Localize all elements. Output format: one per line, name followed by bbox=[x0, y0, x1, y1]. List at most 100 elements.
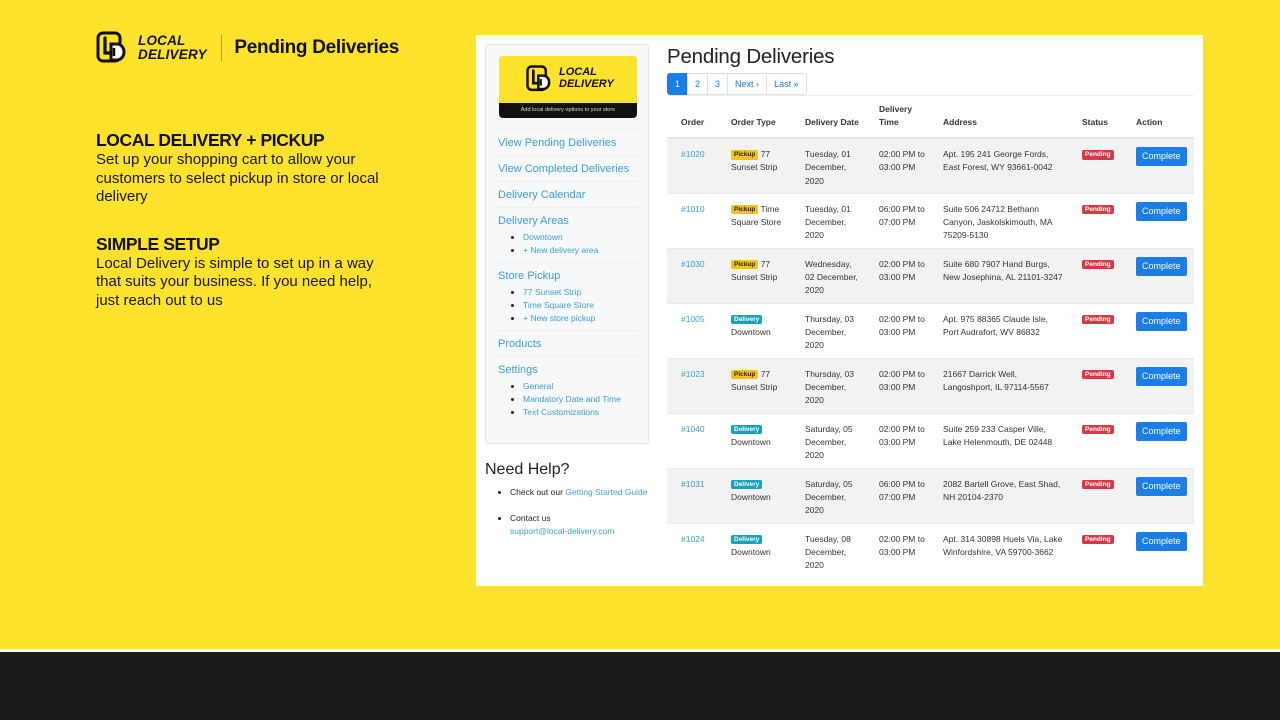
deliveries-table: Order Order Type Delivery Date Delivery … bbox=[667, 103, 1194, 578]
status-cell: Pending bbox=[1068, 247, 1122, 303]
nav-pickup-time-square-store[interactable]: Time Square Store bbox=[523, 299, 638, 312]
support-email-link[interactable]: support@local-delivery.com bbox=[510, 526, 614, 536]
status-cell: Pending bbox=[1068, 302, 1122, 358]
order-link[interactable]: #1024 bbox=[681, 534, 705, 544]
status-badge: Pending bbox=[1082, 369, 1114, 379]
address-cell: Apt. 314 30898 Huels Via, Lake Winfordsh… bbox=[929, 522, 1068, 578]
sidebar-logo-tagline: Add local delivery options to your store bbox=[499, 103, 637, 118]
order-cell: #1030 bbox=[667, 247, 717, 303]
settings-list: General Mandatory Date and Time Text Cus… bbox=[498, 380, 638, 419]
complete-button[interactable]: Complete bbox=[1136, 476, 1187, 496]
order-type-detail: Downtown bbox=[731, 436, 771, 447]
delivery-date-cell: Thursday, 03 December, 2020 bbox=[791, 302, 865, 358]
table-body: #1020 Pickup 77 Sunset Strip Tuesday, 01 D… bbox=[667, 137, 1194, 578]
pickup-badge: Pickup bbox=[731, 204, 759, 214]
nav-section-completed: View Completed Deliveries bbox=[498, 155, 638, 181]
help-item-contact: Contact us support@local-delivery.com bbox=[510, 512, 655, 538]
main-content: Pending Deliveries 1 2 3 Next › Last » O… bbox=[667, 44, 1194, 578]
feature-simple-setup: SIMPLE SETUP Local Delivery is simple to… bbox=[96, 233, 396, 311]
order-link[interactable]: #1030 bbox=[681, 259, 705, 269]
col-delivery-time: Delivery Time bbox=[865, 103, 929, 139]
help-list: Check out our Getting Started Guide Cont… bbox=[485, 486, 655, 538]
complete-button[interactable]: Complete bbox=[1136, 147, 1187, 166]
sidebar: LOCAL DELIVERY Add local delivery option… bbox=[485, 44, 649, 444]
order-type-cell: Pickup Time Square Store bbox=[717, 192, 791, 248]
delivery-areas-list: Downtown + New delivery area bbox=[498, 231, 638, 257]
nav-area-downtown[interactable]: Downtown bbox=[523, 231, 638, 244]
nav-pickup-77-sunset-strip[interactable]: 77 Sunset Strip bbox=[523, 286, 638, 299]
feature-body: Set up your shopping cart to allow your … bbox=[96, 151, 379, 205]
nav-settings-text-customizations[interactable]: Text Customizations bbox=[523, 406, 638, 419]
order-cell: #1024 bbox=[667, 522, 717, 578]
status-badge: Pending bbox=[1082, 314, 1114, 324]
getting-started-guide-link[interactable]: Getting Started Guide bbox=[565, 487, 647, 497]
complete-button[interactable]: Complete bbox=[1136, 531, 1187, 551]
delivery-date-cell: Saturday, 05 December, 2020 bbox=[791, 412, 865, 468]
sidebar-logo: LOCAL DELIVERY Add local delivery option… bbox=[499, 56, 637, 118]
page-1-button[interactable]: 1 bbox=[667, 73, 689, 95]
nav-new-delivery-area[interactable]: + New delivery area bbox=[523, 244, 638, 257]
order-link[interactable]: #1005 bbox=[681, 314, 705, 324]
help-title: Need Help? bbox=[485, 461, 570, 478]
pagination: 1 2 3 Next › Last » bbox=[667, 73, 1194, 95]
order-link[interactable]: #1020 bbox=[681, 149, 705, 159]
complete-button[interactable]: Complete bbox=[1136, 311, 1187, 331]
logo-line-1: LOCAL bbox=[138, 33, 186, 48]
address-cell: Apt. 975 88365 Claude Isle, Port Audrafo… bbox=[929, 302, 1068, 358]
action-cell: Complete bbox=[1122, 357, 1194, 413]
last-page-button[interactable]: Last » bbox=[766, 73, 807, 95]
nav-settings-mandatory-date-time[interactable]: Mandatory Date and Time bbox=[523, 393, 638, 406]
address-cell: Suite 259 233 Casper Ville, Lake Helenmo… bbox=[929, 412, 1068, 468]
next-page-button[interactable]: Next › bbox=[727, 73, 768, 95]
table-row: #1030 Pickup 77 Sunset Strip Wednesday, 02… bbox=[667, 247, 1194, 303]
col-address: Address bbox=[929, 103, 1068, 139]
order-link[interactable]: #1010 bbox=[681, 204, 705, 214]
nav-delivery-areas[interactable]: Delivery Areas bbox=[498, 214, 638, 228]
complete-button[interactable]: Complete bbox=[1136, 256, 1187, 276]
complete-button[interactable]: Complete bbox=[1136, 201, 1187, 221]
brand-title: Pending Deliveries bbox=[234, 37, 399, 58]
footer-band bbox=[0, 652, 1280, 720]
order-link[interactable]: #1040 bbox=[681, 424, 705, 434]
status-badge: Pending bbox=[1082, 259, 1114, 269]
help-guide-prefix: Check out our bbox=[510, 487, 566, 497]
status-badge: Pending bbox=[1082, 204, 1114, 214]
complete-button[interactable]: Complete bbox=[1136, 366, 1187, 386]
delivery-badge: Delivery bbox=[731, 479, 763, 489]
nav-view-completed-deliveries[interactable]: View Completed Deliveries bbox=[498, 162, 638, 176]
delivery-badge: Delivery bbox=[731, 424, 763, 434]
delivery-time-cell: 02:00 PM to 03:00 PM bbox=[865, 412, 929, 468]
delivery-badge: Delivery bbox=[731, 534, 763, 544]
page-2-button[interactable]: 2 bbox=[687, 73, 709, 95]
order-link[interactable]: #1023 bbox=[681, 369, 705, 379]
nav-section-store-pickup: Store Pickup 77 Sunset Strip Time Square… bbox=[498, 262, 638, 330]
order-cell: #1020 bbox=[667, 137, 717, 193]
nav-products[interactable]: Products bbox=[498, 337, 638, 351]
table-row: #1010 Pickup Time Square Store Tuesday, 01… bbox=[667, 192, 1194, 248]
action-cell: Complete bbox=[1122, 412, 1194, 468]
col-action: Action bbox=[1122, 103, 1194, 139]
nav-delivery-calendar[interactable]: Delivery Calendar bbox=[498, 188, 638, 202]
nav-new-store-pickup[interactable]: + New store pickup bbox=[523, 312, 638, 325]
local-delivery-logo-icon bbox=[96, 31, 126, 63]
table-row: #1024 Delivery Downtown Tuesday, 08 Decemb… bbox=[667, 522, 1194, 578]
page-3-button[interactable]: 3 bbox=[707, 73, 729, 95]
nav-view-pending-deliveries[interactable]: View Pending Deliveries bbox=[498, 136, 638, 150]
complete-button[interactable]: Complete bbox=[1136, 421, 1187, 441]
nav-section-settings: Settings General Mandatory Date and Time… bbox=[498, 356, 638, 424]
nav-section-calendar: Delivery Calendar bbox=[498, 181, 638, 207]
pickup-badge: Pickup bbox=[731, 150, 759, 160]
col-order: Order bbox=[667, 103, 717, 139]
nav-store-pickup[interactable]: Store Pickup bbox=[498, 269, 638, 283]
order-cell: #1010 bbox=[667, 192, 717, 248]
status-badge: Pending bbox=[1082, 424, 1114, 434]
pickup-badge: Pickup bbox=[731, 369, 759, 379]
nav-settings-general[interactable]: General bbox=[523, 380, 638, 393]
delivery-time-cell: 02:00 PM to 03:00 PM bbox=[865, 247, 929, 303]
address-cell: Suite 506 24712 Bethann Canyon, Jaskolsk… bbox=[929, 192, 1068, 248]
order-type-cell: Pickup 77 Sunset Strip bbox=[717, 137, 791, 193]
nav-settings[interactable]: Settings bbox=[498, 363, 638, 377]
status-cell: Pending bbox=[1068, 357, 1122, 413]
status-cell: Pending bbox=[1068, 137, 1122, 193]
order-link[interactable]: #1031 bbox=[681, 479, 705, 489]
